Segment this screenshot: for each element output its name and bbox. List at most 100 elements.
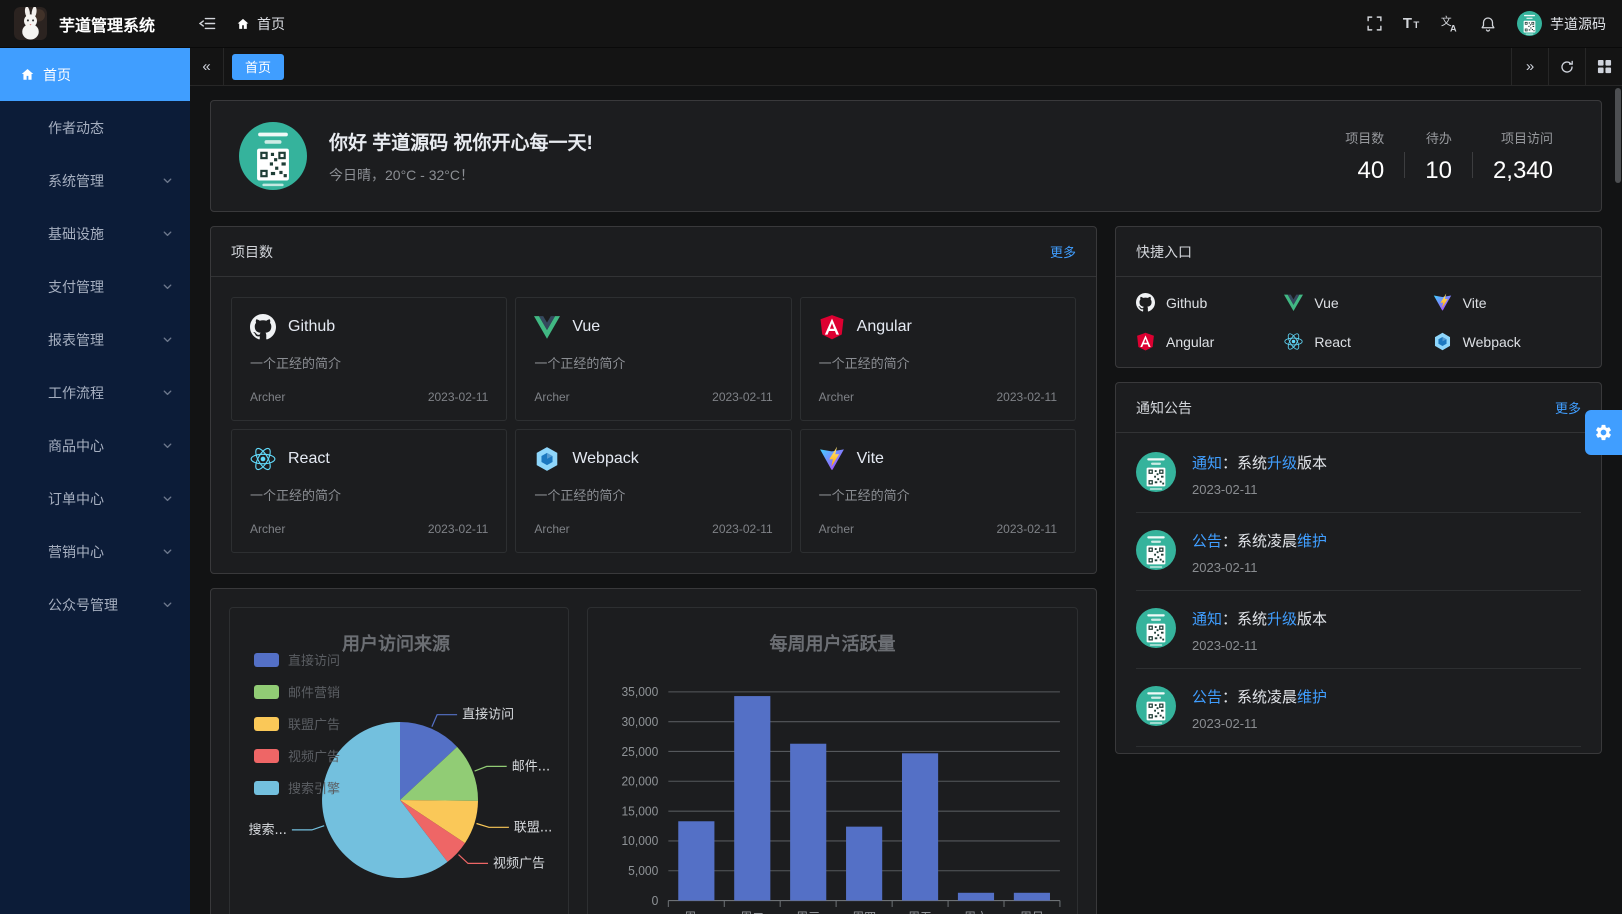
notice-title[interactable]: 公告：系统凌晨维护 [1192,686,1327,707]
notices-more-link[interactable]: 更多 [1555,398,1581,417]
project-date: 2023-02-11 [997,522,1058,536]
notice-date: 2023-02-11 [1192,560,1327,575]
sidebar-item-report[interactable]: 报表管理 [0,313,190,366]
projects-more-link[interactable]: 更多 [1050,242,1076,261]
project-card-react[interactable]: React一个正经的简介Archer2023-02-11 [231,429,507,553]
pie-chart-panel: 用户访问来源 直接访问邮件营销联盟广告视频广告搜索引擎 直接访问邮件...联盟.… [229,607,569,914]
svg-text:20,000: 20,000 [621,774,658,788]
bar-chart-title: 每周用户活跃量 [588,630,1077,656]
sidebar-menu: 首页作者动态系统管理基础设施支付管理报表管理工作流程商品中心订单中心营销中心公众… [0,48,190,631]
notice-item-notice-1: 通知：系统升级版本2023-02-11 [1136,435,1581,513]
project-card-header: Vite [819,446,1057,472]
quick-entry-github[interactable]: Github [1136,293,1284,312]
project-footer: Archer2023-02-11 [534,522,772,536]
stat-value: 10 [1425,157,1452,185]
quick-entry-react[interactable]: React [1284,332,1432,351]
notice-title[interactable]: 通知：系统升级版本 [1192,608,1327,629]
project-card-vite[interactable]: Vite一个正经的简介Archer2023-02-11 [800,429,1076,553]
locale-icon[interactable]: 文A [1433,7,1467,41]
project-desc: 一个正经的简介 [250,485,488,504]
project-name: Github [288,318,335,336]
sidebar-item-label: 支付管理 [48,277,104,297]
menu-fold-icon[interactable] [190,7,224,41]
quick-entry-label: Github [1166,295,1207,311]
notice-title-segment: ：系统凌晨 [1222,533,1297,550]
legend-swatch [254,781,279,795]
welcome-weather: 今日晴，20°C - 32°C！ [329,165,593,185]
legend-item-0[interactable]: 直接访问 [254,650,340,669]
legend-item-2[interactable]: 联盟广告 [254,714,340,733]
project-card-angular[interactable]: Angular一个正经的简介Archer2023-02-11 [800,297,1076,421]
tabs-scroll-left-icon[interactable]: « [190,48,224,85]
chevron-down-icon [161,333,174,346]
project-date: 2023-02-11 [712,522,773,536]
layout-grid-icon[interactable] [1585,48,1622,85]
notice-title[interactable]: 公告：系统凌晨维护 [1192,530,1327,551]
quick-entry-angular[interactable]: Angular [1136,332,1284,351]
project-name: Vue [572,318,600,336]
quick-entry-label: Webpack [1463,334,1521,350]
quick-entry-grid: Github VueVite AngularReact Webpack [1116,277,1601,367]
github-icon [1136,293,1155,312]
user-menu[interactable]: 芋道源码 [1517,11,1606,36]
welcome-greeting: 你好 芋道源码 祝你开心每一天! [329,128,593,155]
legend-swatch [254,717,279,731]
bell-icon[interactable] [1471,7,1505,41]
sidebar-item-order[interactable]: 订单中心 [0,472,190,525]
tab-home[interactable]: 首页 [232,54,284,80]
svg-text:搜索...: 搜索... [248,823,286,838]
legend-item-1[interactable]: 邮件营销 [254,682,340,701]
notices-list: 通知：系统升级版本2023-02-11公告：系统凌晨维护2023-02-11通知… [1116,433,1601,753]
font-size-icon[interactable]: TT [1395,7,1429,41]
sidebar-item-system[interactable]: 系统管理 [0,154,190,207]
topbar-actions: TT 文A 芋道源码 [1357,7,1622,41]
sidebar-item-mp[interactable]: 公众号管理 [0,578,190,631]
sidebar-item-marketing[interactable]: 营销中心 [0,525,190,578]
sidebar-item-pay[interactable]: 支付管理 [0,260,190,313]
legend-label: 视频广告 [288,746,340,765]
sidebar-item-label: 作者动态 [48,118,104,138]
project-card-vue[interactable]: Vue一个正经的简介Archer2023-02-11 [515,297,791,421]
notice-title-segment: 维护 [1297,689,1327,706]
notice-title-segment: 公告 [1192,689,1222,706]
legend-item-4[interactable]: 搜索引擎 [254,778,340,797]
project-card-webpack[interactable]: Webpack一个正经的简介Archer2023-02-11 [515,429,791,553]
quick-entry-webpack[interactable]: Webpack [1433,332,1581,351]
notice-date: 2023-02-11 [1192,716,1327,731]
notice-title-segment: 版本 [1297,611,1327,628]
notice-title-segment: 通知 [1192,611,1222,628]
tabs-scroll-right-icon[interactable]: » [1511,48,1548,85]
scrollbar-thumb[interactable] [1615,88,1621,183]
fullscreen-icon[interactable] [1357,7,1391,41]
breadcrumb[interactable]: 首页 [236,14,285,34]
legend-item-3[interactable]: 视频广告 [254,746,340,765]
notices-title: 通知公告 [1136,398,1192,418]
notice-title-segment: 版本 [1297,455,1327,472]
sidebar-item-label: 首页 [43,65,71,85]
sidebar-item-home[interactable]: 首页 [0,48,190,101]
project-desc: 一个正经的简介 [819,485,1057,504]
project-footer: Archer2023-02-11 [250,522,488,536]
svg-text:0: 0 [652,893,659,907]
refresh-icon[interactable] [1548,48,1585,85]
sidebar-item-product[interactable]: 商品中心 [0,419,190,472]
github-icon [250,314,276,340]
legend-swatch [254,653,279,667]
notice-title-segment: ：系统凌晨 [1222,689,1297,706]
sidebar-item-infra[interactable]: 基础设施 [0,207,190,260]
chevron-down-icon [161,280,174,293]
quick-entry-vue[interactable]: Vue [1284,293,1432,312]
logo-zone[interactable]: 芋道管理系统 [0,7,190,40]
app-window: 芋道管理系统 首页 TT 文A 芋道源码 首页作者动态系统管理基础设施支付管理报… [0,0,1622,914]
project-card-github[interactable]: Github一个正经的简介Archer2023-02-11 [231,297,507,421]
welcome-stats: 项目数40待办10项目访问2,340 [1325,128,1573,185]
sidebar-item-workflow[interactable]: 工作流程 [0,366,190,419]
sidebar-item-author-news[interactable]: 作者动态 [0,101,190,154]
notice-title[interactable]: 通知：系统升级版本 [1192,452,1327,473]
svg-text:邮件...: 邮件... [512,759,550,774]
svg-text:35,000: 35,000 [621,685,658,699]
svg-text:T: T [1413,20,1419,31]
project-card-header: Webpack [534,446,772,472]
quick-entry-vite[interactable]: Vite [1433,293,1581,312]
app-logo [14,7,47,40]
